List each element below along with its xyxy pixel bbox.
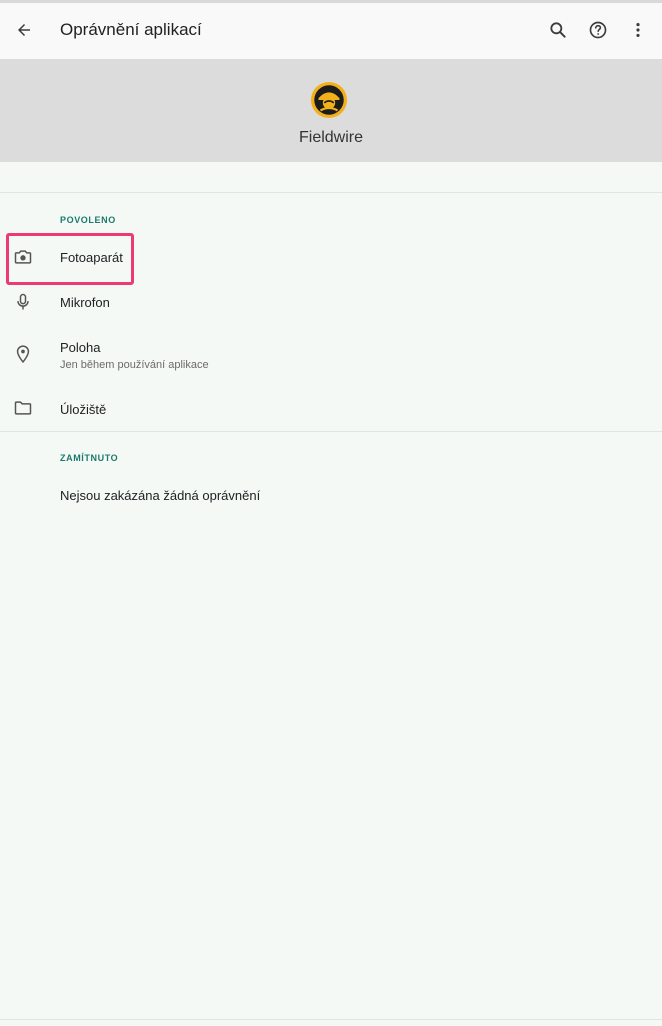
section-label-allowed: POVOLENO xyxy=(60,215,116,225)
section-label-denied: ZAMÍTNUTO xyxy=(60,453,119,463)
permission-item-camera[interactable]: Fotoaparát xyxy=(0,236,662,280)
help-button[interactable] xyxy=(584,16,612,44)
search-button[interactable] xyxy=(544,16,572,44)
camera-icon xyxy=(12,246,34,268)
permission-label: Úložiště xyxy=(60,402,107,417)
folder-icon xyxy=(12,397,34,419)
permission-sublabel: Jen během používání aplikace xyxy=(60,359,209,371)
permission-label: Poloha xyxy=(60,340,101,355)
permission-label: Fotoaparát xyxy=(60,250,123,265)
more-options-button[interactable] xyxy=(624,16,652,44)
divider xyxy=(0,192,662,193)
search-icon xyxy=(550,22,566,38)
fieldwire-logo-icon xyxy=(310,81,348,119)
permission-label: Mikrofon xyxy=(60,295,110,310)
denied-empty-text: Nejsou zakázána žádná oprávnění xyxy=(60,488,261,503)
microphone-icon xyxy=(12,291,34,313)
permission-item-location[interactable]: Poloha Jen během používání aplikace xyxy=(0,334,662,378)
app-name: Fieldwire xyxy=(298,129,363,146)
help-icon xyxy=(589,21,607,39)
divider xyxy=(0,1019,662,1020)
arrow-left-icon xyxy=(18,24,30,36)
app-header: Fieldwire xyxy=(0,59,662,162)
top-app-bar: Oprávnění aplikací xyxy=(0,3,662,59)
permission-item-storage[interactable]: Úložiště xyxy=(0,387,662,431)
page-title: Oprávnění aplikací xyxy=(60,20,202,39)
divider xyxy=(0,431,662,432)
location-pin-icon xyxy=(12,343,34,365)
permission-item-microphone[interactable]: Mikrofon xyxy=(0,281,662,325)
back-button[interactable] xyxy=(10,16,38,44)
more-vert-icon xyxy=(636,23,640,37)
